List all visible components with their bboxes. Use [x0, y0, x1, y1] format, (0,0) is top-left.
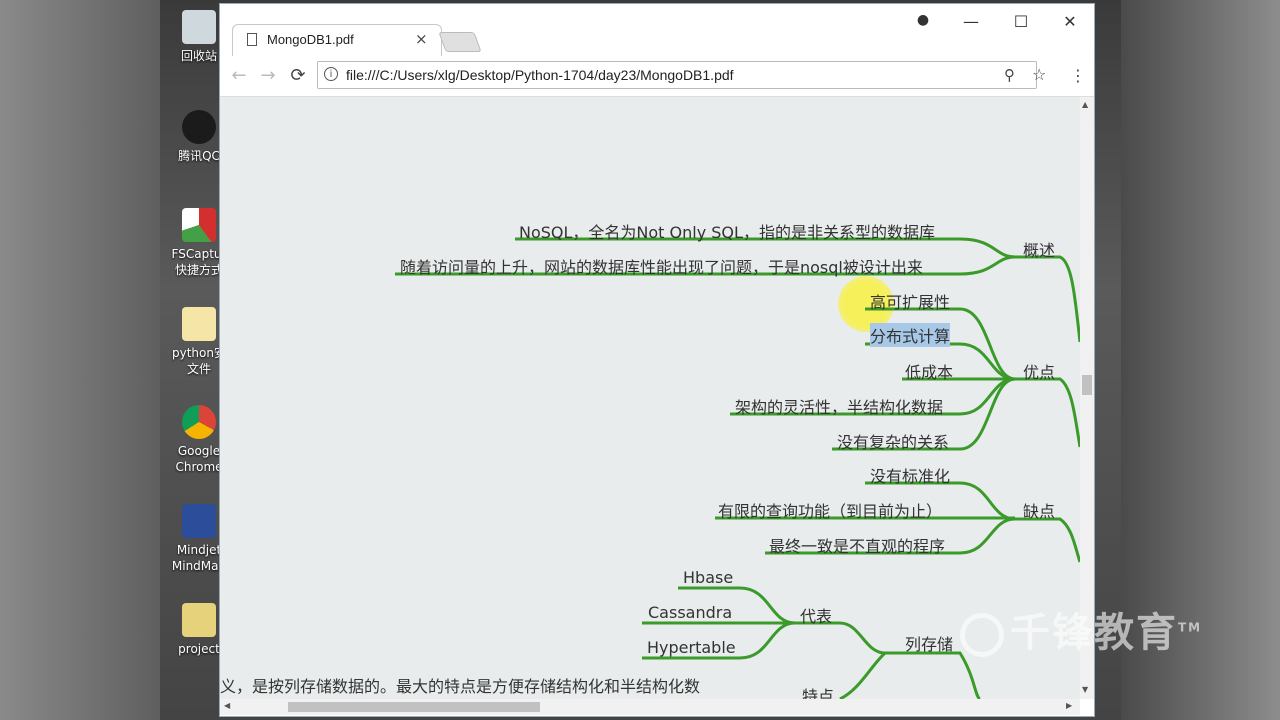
- mindmap-node: 高可扩展性: [870, 293, 951, 312]
- mindmap-node: Cassandra: [648, 603, 733, 622]
- scroll-left-arrow-icon[interactable]: ◀: [224, 701, 230, 710]
- horizontal-scroll-thumb[interactable]: [288, 702, 540, 712]
- browser-toolbar: ← → ⟳ i file:///C:/Users/xlg/Desktop/Pyt…: [220, 56, 1094, 97]
- partial-text-line: 义，是按列存储数据的。最大的特点是方便存储结构化和半结构化数: [220, 677, 701, 696]
- mindmap-branch-label: 特点: [802, 687, 835, 699]
- watermark-text: 千锋教育: [1010, 610, 1178, 656]
- mindmap-node: NoSQL，全名为Not Only SQL，指的是非关系型的数据库: [519, 223, 935, 242]
- browser-menu-icon[interactable]: ⋮: [1070, 66, 1086, 85]
- forward-button[interactable]: →: [257, 65, 279, 86]
- vertical-scroll-thumb[interactable]: [1082, 375, 1092, 395]
- mindmap-branch-label: 优点: [1023, 363, 1056, 382]
- fscapture-icon: [182, 208, 216, 242]
- reload-button[interactable]: ⟳: [287, 65, 309, 86]
- connector-line: [1015, 517, 1080, 563]
- info-icon[interactable]: i: [324, 67, 338, 81]
- scroll-down-arrow-icon[interactable]: ▼: [1082, 685, 1088, 694]
- connector-line: [885, 651, 982, 699]
- mindmap-node-selected: 分布式计算: [870, 323, 951, 347]
- mindjet-icon: [182, 504, 216, 538]
- blurred-left-border: [0, 0, 160, 720]
- scroll-right-arrow-icon[interactable]: ▶: [1066, 701, 1072, 710]
- document-icon: [247, 33, 257, 46]
- recycle-bin-icon: [182, 10, 216, 44]
- mindmap-branch-label: 概述: [1023, 241, 1056, 260]
- qq-penguin-icon: [182, 110, 216, 144]
- mindmap-node: 随着访问量的上升，网站的数据库性能出现了问题，于是nosql被设计出来: [400, 258, 923, 277]
- watermark-tm: TM: [1178, 620, 1203, 635]
- chrome-icon: [182, 405, 216, 439]
- watermark-logo: 千锋教育TM: [960, 600, 1202, 658]
- mindmap-node: 架构的灵活性，半结构化数据: [735, 398, 944, 417]
- mindmap-branch-label: 代表: [800, 607, 833, 626]
- connector-line: [795, 621, 886, 655]
- tab-title: MongoDB1.pdf: [267, 32, 354, 47]
- url-text[interactable]: file:///C:/Users/xlg/Desktop/Python-1704…: [346, 67, 734, 83]
- mindmap-node: Hypertable: [647, 638, 736, 657]
- pdf-viewer: NoSQL，全名为Not Only SQL，指的是非关系型的数据库 随着访问量的…: [220, 97, 1080, 699]
- connector-line: [1015, 255, 1080, 343]
- zoom-icon[interactable]: ⚲: [1004, 66, 1015, 84]
- title-bar: MongoDB1.pdf × ● — ☐ ✕: [220, 4, 1094, 56]
- account-icon[interactable]: ●: [908, 12, 938, 28]
- mindmap-node: 没有复杂的关系: [837, 433, 950, 452]
- watermark-q-icon: [960, 613, 1004, 657]
- mindmap-branch-label: 列存储: [905, 635, 954, 654]
- folder-icon: [182, 603, 216, 637]
- back-button[interactable]: ←: [228, 65, 250, 86]
- scroll-up-arrow-icon[interactable]: ▲: [1082, 100, 1088, 109]
- connector-line: [1015, 377, 1080, 448]
- mindmap-node: 有限的查询功能（到目前为止）: [718, 502, 943, 521]
- connector-line: [839, 651, 887, 699]
- mindmap-branch-label: 缺点: [1023, 502, 1056, 521]
- document-icon: [182, 307, 216, 341]
- bookmark-star-icon[interactable]: ☆: [1032, 65, 1046, 84]
- tab-mongodb1-pdf[interactable]: MongoDB1.pdf ×: [232, 24, 442, 56]
- horizontal-scrollbar[interactable]: ◀ ▶: [220, 699, 1080, 715]
- mindmap-node: 低成本: [905, 363, 954, 382]
- address-bar[interactable]: i file:///C:/Users/xlg/Desktop/Python-17…: [317, 61, 1046, 89]
- minimize-button[interactable]: —: [956, 12, 986, 31]
- new-tab-button[interactable]: [438, 32, 482, 52]
- tab-close-icon[interactable]: ×: [415, 30, 428, 48]
- mindmap-node: 最终一致是不直观的程序: [769, 537, 946, 556]
- close-window-button[interactable]: ✕: [1055, 12, 1085, 31]
- mindmap-node: 没有标准化: [870, 467, 951, 486]
- mindmap-node: Hbase: [683, 568, 734, 587]
- maximize-button[interactable]: ☐: [1006, 12, 1036, 31]
